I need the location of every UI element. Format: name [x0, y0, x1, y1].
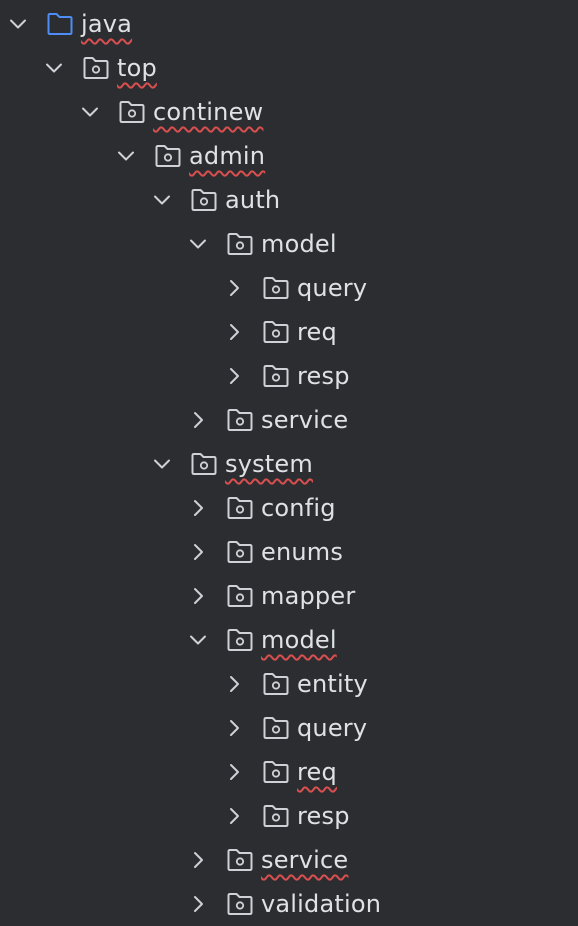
- chevron-down-icon[interactable]: [152, 190, 172, 210]
- tree-node-continew[interactable]: continew: [0, 90, 578, 134]
- package-icon: [190, 452, 218, 476]
- tree-node-model[interactable]: model: [0, 618, 578, 662]
- project-tree: java top continew admin auth model query req res…: [0, 0, 578, 926]
- tree-node-label: continew: [153, 98, 264, 126]
- tree-node-resp[interactable]: resp: [0, 794, 578, 838]
- tree-node-label: java: [81, 10, 133, 38]
- chevron-down-icon[interactable]: [8, 14, 28, 34]
- tree-node-label: validation: [261, 890, 382, 918]
- tree-node-admin[interactable]: admin: [0, 134, 578, 178]
- tree-node-auth[interactable]: auth: [0, 178, 578, 222]
- tree-node-label: service: [261, 846, 349, 874]
- tree-node-label: config: [261, 494, 336, 522]
- package-icon: [118, 100, 146, 124]
- chevron-down-icon[interactable]: [152, 454, 172, 474]
- package-icon: [82, 56, 110, 80]
- tree-node-java[interactable]: java: [0, 2, 578, 46]
- tree-node-label: req: [297, 758, 337, 786]
- tree-node-service[interactable]: service: [0, 398, 578, 442]
- package-icon: [262, 320, 290, 344]
- tree-node-resp[interactable]: resp: [0, 354, 578, 398]
- chevron-right-icon[interactable]: [224, 806, 244, 826]
- tree-node-req[interactable]: req: [0, 310, 578, 354]
- package-icon: [262, 716, 290, 740]
- package-icon: [226, 892, 254, 916]
- tree-node-top[interactable]: top: [0, 46, 578, 90]
- tree-node-label: top: [117, 54, 157, 82]
- tree-node-label: model: [261, 626, 337, 654]
- chevron-down-icon[interactable]: [188, 630, 208, 650]
- chevron-right-icon[interactable]: [224, 718, 244, 738]
- tree-node-label: req: [297, 318, 337, 346]
- chevron-down-icon[interactable]: [44, 58, 64, 78]
- package-icon: [226, 584, 254, 608]
- tree-node-model[interactable]: model: [0, 222, 578, 266]
- tree-node-mapper[interactable]: mapper: [0, 574, 578, 618]
- package-icon: [190, 188, 218, 212]
- chevron-right-icon[interactable]: [224, 366, 244, 386]
- package-icon: [154, 144, 182, 168]
- chevron-right-icon[interactable]: [224, 278, 244, 298]
- package-icon: [226, 848, 254, 872]
- tree-node-req[interactable]: req: [0, 750, 578, 794]
- chevron-right-icon[interactable]: [188, 410, 208, 430]
- tree-node-service[interactable]: service: [0, 838, 578, 882]
- tree-node-config[interactable]: config: [0, 486, 578, 530]
- package-icon: [262, 672, 290, 696]
- tree-node-label: system: [225, 450, 313, 478]
- package-icon: [262, 276, 290, 300]
- package-icon: [226, 496, 254, 520]
- tree-node-label: service: [261, 406, 349, 434]
- chevron-right-icon[interactable]: [188, 586, 208, 606]
- chevron-right-icon[interactable]: [224, 322, 244, 342]
- package-icon: [226, 540, 254, 564]
- package-icon: [226, 628, 254, 652]
- chevron-down-icon[interactable]: [80, 102, 100, 122]
- chevron-right-icon[interactable]: [188, 542, 208, 562]
- chevron-right-icon[interactable]: [188, 498, 208, 518]
- tree-node-label: entity: [297, 670, 368, 698]
- tree-node-label: model: [261, 230, 337, 258]
- tree-node-label: resp: [297, 362, 350, 390]
- tree-node-label: query: [297, 714, 368, 742]
- chevron-right-icon[interactable]: [188, 850, 208, 870]
- package-icon: [262, 364, 290, 388]
- tree-node-label: query: [297, 274, 368, 302]
- chevron-down-icon[interactable]: [188, 234, 208, 254]
- chevron-right-icon[interactable]: [224, 674, 244, 694]
- package-icon: [226, 408, 254, 432]
- tree-node-enums[interactable]: enums: [0, 530, 578, 574]
- chevron-right-icon[interactable]: [188, 894, 208, 914]
- tree-node-label: mapper: [261, 582, 356, 610]
- package-icon: [262, 760, 290, 784]
- tree-node-query[interactable]: query: [0, 266, 578, 310]
- tree-node-query[interactable]: query: [0, 706, 578, 750]
- tree-node-entity[interactable]: entity: [0, 662, 578, 706]
- tree-node-label: admin: [189, 142, 266, 170]
- chevron-right-icon[interactable]: [224, 762, 244, 782]
- chevron-down-icon[interactable]: [116, 146, 136, 166]
- source-folder-icon: [46, 12, 74, 36]
- package-icon: [262, 804, 290, 828]
- tree-node-label: resp: [297, 802, 350, 830]
- tree-node-label: enums: [261, 538, 344, 566]
- tree-node-validation[interactable]: validation: [0, 882, 578, 926]
- package-icon: [226, 232, 254, 256]
- tree-node-system[interactable]: system: [0, 442, 578, 486]
- tree-node-label: auth: [225, 186, 281, 214]
